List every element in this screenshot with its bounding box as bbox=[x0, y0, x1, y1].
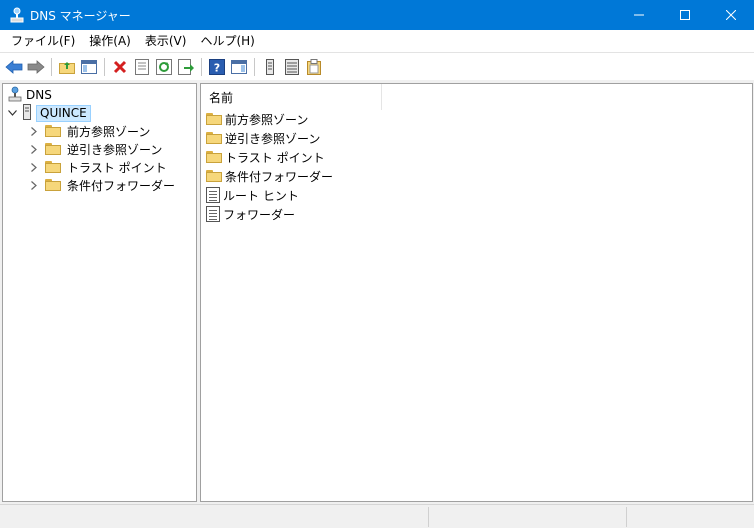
back-icon[interactable] bbox=[4, 57, 24, 77]
action-pane-icon[interactable] bbox=[229, 57, 249, 77]
toolbar: ? bbox=[0, 52, 754, 80]
list-item[interactable]: 前方参照ゾーン bbox=[206, 110, 308, 128]
toolbar-separator bbox=[201, 57, 202, 76]
forward-icon[interactable] bbox=[26, 57, 46, 77]
minimize-button[interactable] bbox=[616, 0, 662, 30]
tree-item-conditional-forwarders[interactable]: 条件付フォワーダー bbox=[29, 176, 175, 194]
list-icon[interactable] bbox=[282, 57, 302, 77]
list-item[interactable]: 条件付フォワーダー bbox=[206, 167, 333, 185]
toolbar-separator bbox=[51, 57, 52, 76]
tree-item-reverse-zones[interactable]: 逆引き参照ゾーン bbox=[29, 140, 162, 158]
tree-root-dns[interactable]: DNS bbox=[8, 86, 52, 104]
list-item-label: ルート ヒント bbox=[223, 188, 299, 203]
menu-view[interactable]: 表示(V) bbox=[138, 30, 194, 52]
svg-text:?: ? bbox=[214, 61, 220, 74]
clipboard-icon[interactable] bbox=[304, 57, 324, 77]
up-folder-icon[interactable] bbox=[57, 57, 77, 77]
maximize-button[interactable] bbox=[662, 0, 708, 30]
dns-app-icon bbox=[10, 7, 24, 23]
list-item[interactable]: ルート ヒント bbox=[206, 186, 299, 204]
menu-action[interactable]: 操作(A) bbox=[82, 30, 138, 52]
delete-icon[interactable] bbox=[110, 57, 130, 77]
list-item-label: 条件付フォワーダー bbox=[225, 169, 334, 184]
toolbar-separator bbox=[254, 57, 255, 76]
tree-root-label: DNS bbox=[26, 88, 52, 102]
tree-item-label: 逆引き参照ゾーン bbox=[67, 142, 163, 157]
chevron-down-icon[interactable] bbox=[7, 110, 17, 116]
tree-server-quince[interactable]: QUINCE bbox=[7, 103, 91, 123]
folder-icon bbox=[45, 161, 61, 173]
folder-icon bbox=[45, 125, 61, 137]
help-icon[interactable]: ? bbox=[207, 57, 227, 77]
list-item[interactable]: 逆引き参照ゾーン bbox=[206, 129, 320, 147]
document-icon bbox=[206, 206, 220, 222]
toolbar-separator bbox=[104, 57, 105, 76]
tree-item-label: 条件付フォワーダー bbox=[67, 178, 176, 193]
column-header-label: 名前 bbox=[209, 90, 234, 105]
chevron-right-icon[interactable] bbox=[29, 162, 39, 172]
list-item[interactable]: トラスト ポイント bbox=[206, 148, 325, 166]
tree-item-trust-points[interactable]: トラスト ポイント bbox=[29, 158, 167, 176]
folder-icon bbox=[45, 143, 61, 155]
tree-server-label: QUINCE bbox=[36, 104, 91, 122]
export-list-icon[interactable] bbox=[176, 57, 196, 77]
dns-icon bbox=[8, 86, 22, 105]
menu-bar: ファイル(F) 操作(A) 表示(V) ヘルプ(H) bbox=[0, 30, 754, 52]
menu-file[interactable]: ファイル(F) bbox=[4, 30, 82, 52]
properties-icon[interactable] bbox=[132, 57, 152, 77]
status-bar bbox=[0, 504, 754, 528]
chevron-right-icon[interactable] bbox=[29, 144, 39, 154]
tree-item-label: 前方参照ゾーン bbox=[67, 124, 151, 139]
console-tree[interactable]: DNS QUINCE 前方参照ゾーン 逆引き参照ゾーン トラスト ポイント 条件… bbox=[2, 83, 197, 502]
column-header-name[interactable]: 名前 bbox=[201, 84, 382, 110]
folder-icon bbox=[206, 151, 222, 163]
list-item[interactable]: フォワーダー bbox=[206, 205, 295, 223]
tree-item-label: トラスト ポイント bbox=[67, 160, 167, 175]
folder-icon bbox=[206, 113, 222, 125]
title-bar: DNS マネージャー bbox=[0, 0, 754, 30]
chevron-right-icon[interactable] bbox=[29, 180, 39, 190]
close-button[interactable] bbox=[708, 0, 754, 30]
server-icon[interactable] bbox=[260, 57, 280, 77]
list-item-label: フォワーダー bbox=[223, 207, 296, 222]
window-title: DNS マネージャー bbox=[30, 8, 131, 23]
folder-icon bbox=[206, 170, 222, 182]
folder-icon bbox=[45, 179, 61, 191]
show-hide-tree-icon[interactable] bbox=[79, 57, 99, 77]
list-item-label: 逆引き参照ゾーン bbox=[225, 131, 321, 146]
menu-help[interactable]: ヘルプ(H) bbox=[193, 30, 261, 52]
list-item-label: トラスト ポイント bbox=[225, 150, 325, 165]
folder-icon bbox=[206, 132, 222, 144]
chevron-right-icon[interactable] bbox=[29, 126, 39, 136]
status-segment bbox=[428, 507, 626, 527]
tree-item-forward-zones[interactable]: 前方参照ゾーン bbox=[29, 122, 150, 140]
server-icon bbox=[22, 103, 32, 123]
document-icon bbox=[206, 187, 220, 203]
list-item-label: 前方参照ゾーン bbox=[225, 112, 309, 127]
status-segment bbox=[626, 507, 752, 527]
details-pane[interactable]: 名前 前方参照ゾーン 逆引き参照ゾーン トラスト ポイント 条件付フォワーダー … bbox=[200, 83, 753, 502]
refresh-icon[interactable] bbox=[154, 57, 174, 77]
